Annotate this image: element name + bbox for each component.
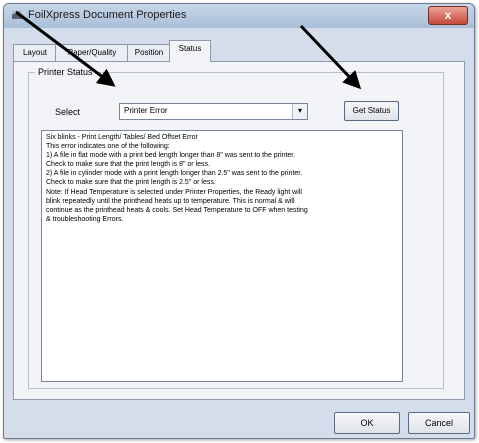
tab-position[interactable]: Position: [127, 44, 171, 61]
status-message-text: Six blinks - Print Length/ Tables/ Bed O…: [46, 133, 398, 224]
window-title: FoilXpress Document Properties: [28, 9, 187, 21]
tab-layout[interactable]: Layout: [13, 44, 57, 61]
ok-button[interactable]: OK: [334, 412, 400, 434]
printer-icon: [12, 11, 22, 19]
dropdown-value: Printer Error: [124, 106, 168, 115]
close-button[interactable]: x: [428, 6, 468, 25]
cancel-button[interactable]: Cancel: [408, 412, 470, 434]
message-line: 1) A file in flat mode with a print bed …: [46, 152, 296, 160]
chevron-down-icon[interactable]: ▾: [292, 104, 307, 119]
tab-status[interactable]: Status: [169, 40, 211, 62]
status-message-textarea[interactable]: Six blinks - Print Length/ Tables/ Bed O…: [41, 130, 403, 382]
message-line: blink repeatedly until the printhead hea…: [46, 197, 295, 205]
title-bar[interactable]: FoilXpress Document Properties x: [4, 4, 474, 28]
get-status-button[interactable]: Get Status: [344, 101, 399, 121]
select-label: Select: [55, 107, 81, 117]
message-line: Six blinks - Print Length/ Tables/ Bed O…: [46, 134, 198, 141]
group-legend: Printer Status: [35, 67, 96, 77]
message-line: & troubleshooting Errors.: [46, 215, 124, 223]
message-line: Note: If Head Temperature is selected un…: [46, 188, 302, 196]
status-tab-panel: Printer Status Select Printer Error ▾ Ge…: [13, 61, 465, 400]
message-line: Check to make sure that the print length…: [46, 179, 216, 187]
status-select-dropdown[interactable]: Printer Error ▾: [119, 103, 308, 120]
message-line: continue as the printhead heats & cools.…: [46, 206, 308, 214]
message-line: 2) A file in cylinder mode with a print …: [46, 170, 303, 178]
tab-paper-quality[interactable]: Paper/Quality: [55, 44, 129, 61]
message-line: This error indicates one of the followin…: [46, 143, 170, 151]
printer-status-group: Printer Status Select Printer Error ▾ Ge…: [28, 67, 444, 389]
message-line: Check to make sure that the print length…: [46, 161, 210, 169]
properties-dialog: FoilXpress Document Properties x Layout …: [3, 3, 475, 439]
